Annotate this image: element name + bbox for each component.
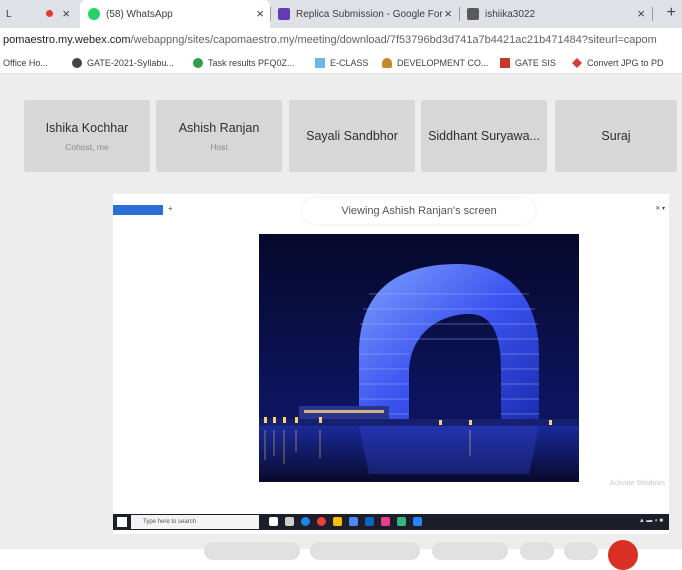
shared-screen: + ✕ ▾ Viewing Ashish Ranjan's screen Act… [113,194,669,534]
participant-name: Siddhant Suryawa... [428,129,540,143]
tab-ishiika[interactable]: ishiika3022 × [461,0,651,28]
tab-cutoff[interactable]: L × [0,0,80,28]
bookmark-eclass[interactable]: E-CLASS [315,52,369,73]
whatsapp-icon [88,8,100,20]
bookmark-label: Task results PFQ0Z... [208,58,295,68]
reactions-button[interactable] [520,542,554,560]
bookmark-label: GATE SIS [515,58,556,68]
url-host: pomaestro.my.webex.com [3,34,131,46]
close-tab-icon[interactable]: × [256,6,264,21]
night-building-image [259,234,579,482]
person-icon [382,58,392,68]
bookmark-office-hours[interactable]: Office Ho... [3,52,48,73]
bookmark-label: E-CLASS [330,58,369,68]
participant-name: Sayali Sandbhor [306,129,398,143]
participant-role: Cohost, me [65,141,109,152]
bookmark-label: Office Ho... [3,58,48,68]
bookmark-convert-jpg[interactable]: Convert JPG to PD [572,52,664,73]
gate-icon [500,58,510,68]
participant-name: Ishika Kochhar [45,120,129,135]
taskbar-search: Type here to search [131,515,259,529]
page-thumbnail-icon [467,8,479,20]
video-button[interactable] [310,542,420,560]
shared-app-controls: ✕ ▾ [655,206,665,212]
shared-photo [259,234,579,482]
participant-card[interactable]: Sayali Sandbhor [289,100,415,172]
tab-title: Replica Submission - Google For [296,8,443,20]
viewing-banner: Viewing Ashish Ranjan's screen [303,198,535,224]
app-icon [397,517,406,526]
bookmark-task-results[interactable]: Task results PFQ0Z... [193,52,295,73]
eclass-icon [315,58,325,68]
tab-divider [270,7,271,21]
search-icon [269,517,278,526]
bookmark-gate-syllabus[interactable]: GATE-2021-Syllabu... [72,52,174,73]
tab-divider [459,7,460,21]
convert-icon [572,58,582,68]
url-path: /webappng/sites/capomaestro.my/meeting/d… [130,34,657,46]
windows-taskbar: Type here to search ▲ ▬ ◖ ■ [113,514,669,530]
webex-icon [413,517,422,526]
chrome-icon [317,517,326,526]
store-icon [349,517,358,526]
tab-title: ishiika3022 [485,8,536,20]
participant-card[interactable]: Ishika Kochhar Cohost, me [24,100,150,172]
folder-icon [333,517,342,526]
bookmark-label: DEVELOPMENT CO... [397,58,489,68]
mute-button[interactable] [204,542,300,560]
participant-name: Ashish Ranjan [178,120,260,135]
participant-card[interactable]: Ashish Ranjan Host [156,100,282,172]
windows-start-icon [117,517,127,527]
participant-card[interactable]: Suraj [555,100,677,172]
close-tab-icon[interactable]: × [637,6,645,21]
leave-meeting-button[interactable] [608,540,638,570]
new-tab-button[interactable]: + [667,4,676,22]
browser-tab-strip: L × (58) WhatsApp × Replica Submission -… [0,0,682,28]
bookmark-gate-sis[interactable]: GATE SIS [500,52,556,73]
webex-meeting: Ishika Kochhar Cohost, me Ashish Ranjan … [0,74,682,570]
activate-windows-watermark: Activate Windows [609,480,665,487]
participant-card[interactable]: Siddhant Suryawa... [421,100,547,172]
edge-icon [301,517,310,526]
task-icon [193,58,203,68]
recording-dot-icon [46,10,53,17]
system-tray: ▲ ▬ ◖ ■ [638,518,663,524]
tab-title: L [6,8,12,20]
mail-icon [365,517,374,526]
google-forms-icon [278,8,290,20]
more-options-button[interactable] [564,542,598,560]
plus-icon: + [168,204,173,213]
close-tab-icon[interactable]: × [62,6,70,21]
shared-app-button [113,205,163,215]
tab-google-forms[interactable]: Replica Submission - Google For × [272,0,458,28]
bookmark-development[interactable]: DEVELOPMENT CO... [382,52,489,73]
address-bar[interactable]: pomaestro.my.webex.com/webappng/sites/ca… [0,28,682,52]
tab-divider [652,7,653,21]
bookmark-label: GATE-2021-Syllabu... [87,58,174,68]
participant-name: Suraj [601,129,631,143]
participant-role: Host [210,141,228,152]
tab-title: (58) WhatsApp [106,8,173,20]
globe-icon [72,58,82,68]
close-tab-icon[interactable]: × [444,6,452,21]
task-view-icon [285,517,294,526]
bookmarks-bar: Office Ho... GATE-2021-Syllabu... Task r… [0,52,682,74]
tab-whatsapp[interactable]: (58) WhatsApp × [80,0,270,28]
bookmark-label: Convert JPG to PD [587,58,664,68]
share-button[interactable] [432,542,508,560]
app-icon [381,517,390,526]
